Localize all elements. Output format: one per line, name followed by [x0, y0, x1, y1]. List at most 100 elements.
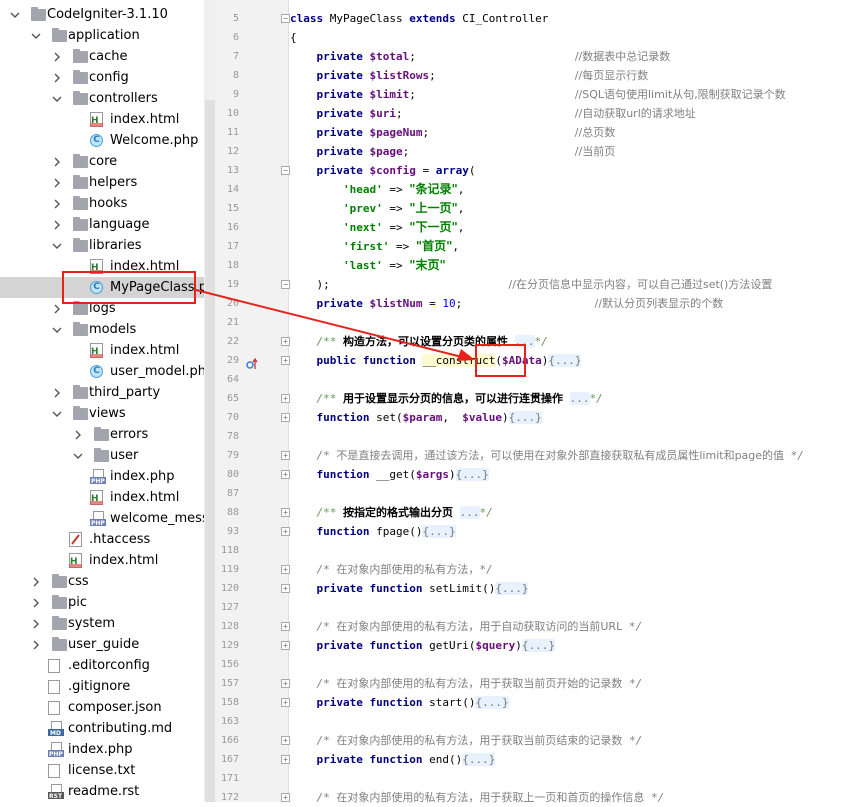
tree-folder[interactable]: controllers — [0, 88, 204, 109]
line-number: 80 — [226, 469, 239, 480]
fold-expand-icon[interactable]: + — [281, 755, 290, 764]
chevron-right-icon[interactable] — [52, 51, 62, 62]
chevron-right-icon[interactable] — [31, 618, 41, 629]
chevron-right-icon[interactable] — [52, 219, 62, 230]
code-token[interactable]: {...} — [548, 354, 582, 367]
fold-collapse-icon[interactable]: − — [281, 14, 290, 23]
tree-folder[interactable]: user — [0, 445, 204, 466]
fold-expand-icon[interactable]: + — [281, 394, 290, 403]
tree-file[interactable]: Hindex.html — [0, 550, 204, 571]
tree-folder[interactable]: models — [0, 319, 204, 340]
tree-folder[interactable]: user_guide — [0, 634, 204, 655]
tree-file[interactable]: PHP welcome_message.ph — [0, 508, 204, 529]
code-token[interactable]: {...} — [455, 468, 489, 481]
code-line: function set($param, $value){...} — [290, 408, 542, 427]
tree-file[interactable]: RST readme.rst — [0, 781, 204, 802]
fold-expand-icon[interactable]: + — [281, 508, 290, 517]
chevron-down-icon[interactable] — [73, 450, 83, 460]
chevron-right-icon[interactable] — [52, 72, 62, 83]
fold-expand-icon[interactable]: + — [281, 470, 290, 479]
chevron-down-icon[interactable] — [52, 408, 62, 418]
tree-file[interactable]: composer.json — [0, 697, 204, 718]
tree-folder[interactable]: errors — [0, 424, 204, 445]
tree-folder[interactable]: core — [0, 151, 204, 172]
fold-expand-icon[interactable]: + — [281, 736, 290, 745]
tree-folder[interactable]: hooks — [0, 193, 204, 214]
fold-expand-icon[interactable]: + — [281, 622, 290, 631]
code-token[interactable]: ... — [569, 392, 590, 405]
fold-expand-icon[interactable]: + — [281, 584, 290, 593]
tree-folder[interactable]: views — [0, 403, 204, 424]
chevron-down-icon[interactable] — [10, 9, 20, 19]
chevron-down-icon[interactable] — [52, 240, 62, 250]
code-token[interactable]: {...} — [521, 639, 555, 652]
tree-file[interactable]: license.txt — [0, 760, 204, 781]
tree-folder[interactable]: libraries — [0, 235, 204, 256]
fold-expand-icon[interactable]: + — [281, 527, 290, 536]
code-token: //SQL语句使用limit从句,限制获取记录个数 — [574, 88, 786, 101]
chevron-right-icon[interactable] — [52, 198, 62, 209]
code-token[interactable]: {...} — [462, 753, 496, 766]
tree-file[interactable]: C Welcome.php — [0, 130, 204, 151]
chevron-right-icon[interactable] — [73, 429, 83, 440]
chevron-right-icon[interactable] — [31, 576, 41, 587]
tree-file[interactable]: Hindex.html — [0, 340, 204, 361]
code-token[interactable]: {...} — [475, 696, 509, 709]
tree-file[interactable]: MD contributing.md — [0, 718, 204, 739]
code-token[interactable]: {...} — [495, 582, 529, 595]
chevron-down-icon[interactable] — [52, 324, 62, 334]
tree-folder[interactable]: pic — [0, 592, 204, 613]
fold-expand-icon[interactable]: + — [281, 679, 290, 688]
code-token[interactable]: ... — [459, 506, 480, 519]
chevron-right-icon[interactable] — [52, 156, 62, 167]
tree-item-label: license.txt — [68, 763, 136, 778]
tree-folder[interactable]: language — [0, 214, 204, 235]
tree-file[interactable]: PHP index.php — [0, 739, 204, 760]
code-token: ) — [448, 468, 456, 481]
chevron-down-icon[interactable] — [52, 93, 62, 103]
fold-expand-icon[interactable]: + — [281, 413, 290, 422]
line-number: 5 — [232, 13, 239, 24]
fold-collapse-icon[interactable]: − — [281, 166, 290, 175]
tree-folder[interactable]: helpers — [0, 172, 204, 193]
chevron-right-icon[interactable] — [52, 177, 62, 188]
tree-file[interactable]: .gitignore — [0, 676, 204, 697]
tree-folder[interactable]: system — [0, 613, 204, 634]
fold-expand-icon[interactable]: + — [281, 565, 290, 574]
tree-file[interactable]: Cuser_model.php — [0, 361, 204, 382]
tree-file[interactable]: PHP index.php — [0, 466, 204, 487]
fold-collapse-icon[interactable]: − — [281, 280, 290, 289]
fold-expand-icon[interactable]: + — [281, 451, 290, 460]
code-token: "首页" — [415, 239, 453, 253]
chevron-right-icon[interactable] — [31, 639, 41, 650]
tree-folder[interactable]: application — [0, 25, 204, 46]
tree-folder[interactable]: CodeIgniter-3.1.10 — [0, 4, 204, 25]
chevron-right-icon[interactable] — [52, 303, 62, 314]
code-token: 'next' — [342, 221, 383, 234]
code-token[interactable]: {...} — [508, 411, 542, 424]
code-token: private function — [316, 753, 430, 766]
fold-expand-icon[interactable]: + — [281, 793, 290, 802]
fold-expand-icon[interactable]: + — [281, 337, 290, 346]
tree-folder[interactable]: config — [0, 67, 204, 88]
tree-folder[interactable]: third_party — [0, 382, 204, 403]
override-marker-icon[interactable] — [246, 355, 258, 369]
tree-folder[interactable]: css — [0, 571, 204, 592]
chevron-down-icon[interactable] — [31, 30, 41, 40]
chevron-right-icon[interactable] — [52, 387, 62, 398]
fold-expand-icon[interactable]: + — [281, 698, 290, 707]
tree-file[interactable]: .htaccess — [0, 529, 204, 550]
code-token[interactable]: {...} — [422, 525, 456, 538]
fold-expand-icon[interactable]: + — [281, 356, 290, 365]
line-number: 156 — [220, 659, 239, 670]
tree-file[interactable]: Hindex.html — [0, 109, 204, 130]
chevron-right-icon[interactable] — [31, 597, 41, 608]
fold-expand-icon[interactable]: + — [281, 641, 290, 650]
code-token: , — [457, 221, 465, 234]
tree-item-label: third_party — [89, 385, 161, 400]
tree-file[interactable]: Hindex.html — [0, 487, 204, 508]
tree-file[interactable]: .editorconfig — [0, 655, 204, 676]
tree-folder[interactable]: cache — [0, 46, 204, 67]
